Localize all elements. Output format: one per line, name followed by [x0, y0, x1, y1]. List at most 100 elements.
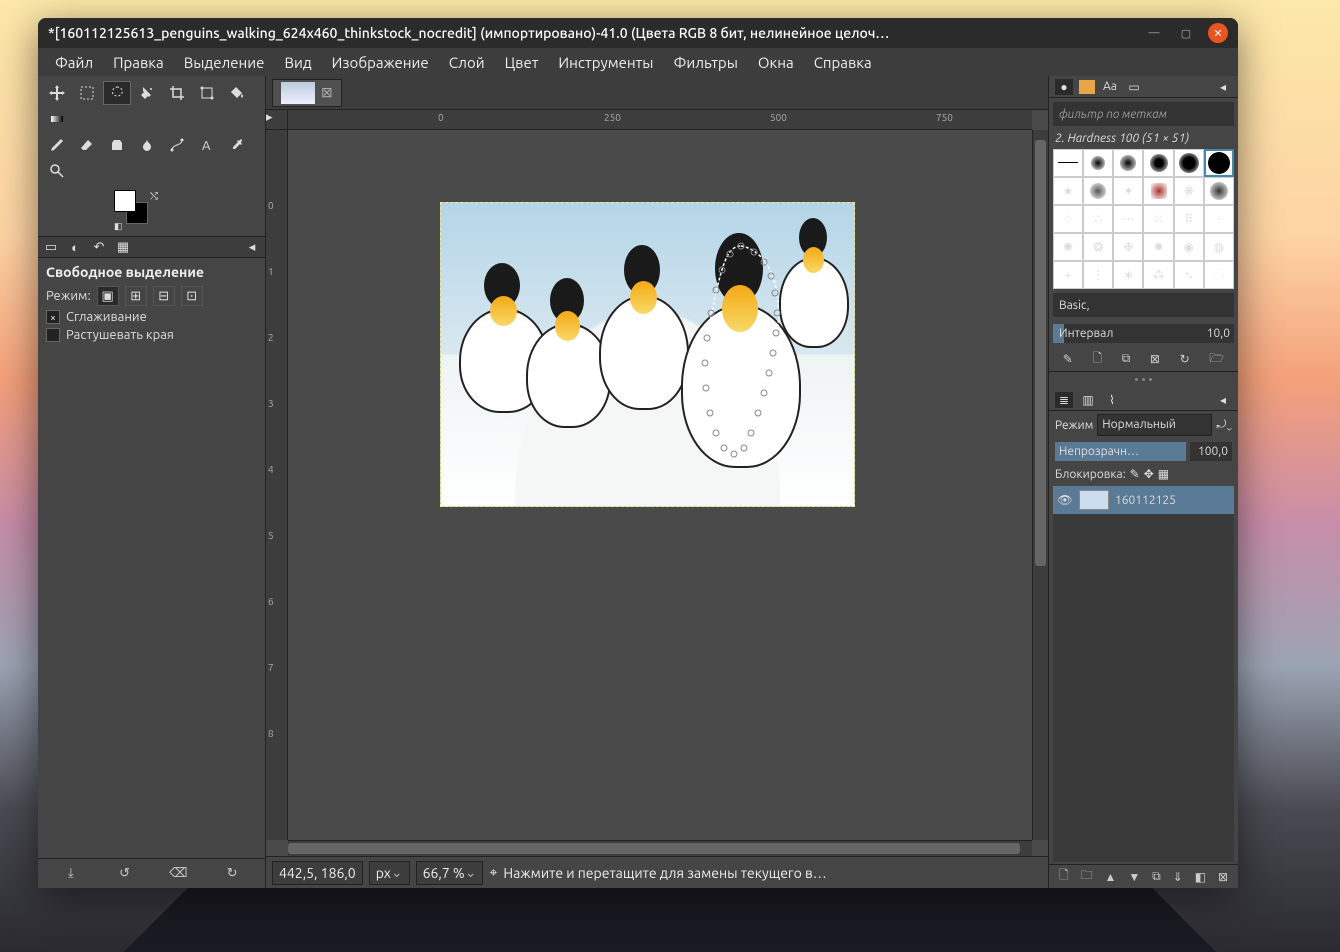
lock-alpha-icon[interactable]: ▦ [1158, 467, 1169, 481]
image-tab-close-icon[interactable]: ⊠ [321, 84, 333, 101]
brush-item[interactable]: ✦ [1113, 177, 1143, 205]
menu-windows[interactable]: Окна [749, 51, 803, 74]
menu-tools[interactable]: Инструменты [549, 51, 662, 74]
layer-mask-icon[interactable]: ◧ [1195, 870, 1206, 884]
brush-preset-dropdown[interactable]: Basic, [1053, 293, 1234, 317]
brush-item[interactable]: ◉ [1174, 233, 1204, 261]
brush-item[interactable]: ✹ [1143, 233, 1173, 261]
brush-item[interactable]: ◍ [1204, 233, 1234, 261]
path-tool[interactable] [163, 133, 191, 157]
smudge-tool[interactable] [133, 133, 161, 157]
brush-item[interactable]: ★ [1053, 177, 1083, 205]
status-units-dropdown[interactable]: px [369, 861, 410, 885]
image-tab[interactable]: ⊠ [272, 79, 342, 107]
brush-delete-icon[interactable]: ⊠ [1150, 352, 1160, 366]
brush-item[interactable] [1174, 149, 1204, 177]
brush-filter-input[interactable]: фильтр по меткам [1053, 102, 1234, 126]
move-tool[interactable] [43, 81, 71, 105]
brush-item[interactable]: ⠢ [1174, 261, 1204, 289]
brush-item[interactable] [1204, 177, 1234, 205]
brush-item[interactable] [1143, 149, 1173, 177]
layer-tab-menu-icon[interactable]: ◂ [1214, 392, 1232, 408]
delete-preset-icon[interactable]: ⌫ [168, 864, 188, 884]
swap-colors-icon[interactable]: ⤭ [150, 190, 158, 202]
text-tool[interactable]: A [193, 133, 221, 157]
menu-file[interactable]: Файл [46, 51, 102, 74]
status-zoom-dropdown[interactable]: 66,7 % [416, 861, 484, 885]
tab-undo-history[interactable]: ↶ [90, 239, 108, 255]
layer-mode-dropdown[interactable]: Нормальный [1097, 414, 1212, 436]
brush-item[interactable] [1053, 149, 1083, 177]
tab-brushes[interactable]: ● [1055, 79, 1073, 95]
ruler-corner[interactable]: ▸ [266, 110, 288, 130]
tab-history[interactable]: ▭ [1125, 79, 1143, 95]
clone-tool[interactable] [103, 133, 131, 157]
layer-visibility-icon[interactable]: 👁 [1057, 493, 1073, 507]
dock-separator[interactable]: • • • [1049, 372, 1238, 389]
reset-preset-icon[interactable]: ↻ [222, 864, 242, 884]
menu-layer[interactable]: Слой [440, 51, 494, 74]
layer-up-icon[interactable]: ▲ [1105, 870, 1117, 884]
fuzzy-select-tool[interactable] [133, 81, 161, 105]
brush-open-icon[interactable]: 🗁 [1209, 349, 1224, 370]
restore-preset-icon[interactable]: ↺ [115, 864, 135, 884]
layer-name[interactable]: 160112125 [1115, 494, 1230, 507]
minimize-button[interactable]: — [1144, 23, 1164, 43]
menu-image[interactable]: Изображение [323, 51, 438, 74]
layer-group-icon[interactable]: 🗀 [1081, 866, 1093, 887]
lock-position-icon[interactable]: ✥ [1144, 467, 1154, 481]
layer-duplicate-icon[interactable]: ⧉ [1152, 870, 1161, 884]
antialias-checkbox[interactable]: ×Сглаживание [46, 310, 257, 324]
tab-paths[interactable]: ⌇ [1103, 392, 1121, 408]
brush-item[interactable]: ⋯ [1113, 205, 1143, 233]
color-picker-tool[interactable] [223, 133, 251, 157]
color-swatches[interactable]: ⤭ ◧ [114, 190, 162, 230]
horizontal-ruler[interactable]: 0 250 500 750 [288, 110, 1032, 130]
menu-select[interactable]: Выделение [175, 51, 274, 74]
eraser-tool[interactable] [73, 133, 101, 157]
free-select-tool[interactable] [103, 81, 131, 105]
brush-edit-icon[interactable]: ✎ [1063, 352, 1073, 366]
lock-pixels-icon[interactable]: ✎ [1130, 467, 1140, 481]
horizontal-scrollbar[interactable] [288, 840, 1032, 856]
crop-tool[interactable] [163, 81, 191, 105]
brush-item[interactable]: ∴ [1083, 205, 1113, 233]
brush-item[interactable]: ⁘ [1053, 205, 1083, 233]
brush-item[interactable]: ⁙ [1143, 205, 1173, 233]
menu-filters[interactable]: Фильтры [664, 51, 746, 74]
rect-select-tool[interactable] [73, 81, 101, 105]
vertical-scrollbar[interactable] [1032, 130, 1048, 840]
menu-color[interactable]: Цвет [496, 51, 548, 74]
gradient-tool[interactable] [43, 107, 71, 131]
brush-new-icon[interactable]: 🗋 [1092, 349, 1102, 370]
layer-down-icon[interactable]: ▼ [1128, 870, 1140, 884]
tab-patterns[interactable] [1079, 80, 1095, 94]
mode-replace-icon[interactable]: ▣ [97, 286, 119, 306]
layer-merge-icon[interactable]: ⇓ [1173, 870, 1183, 884]
brush-interval-slider[interactable]: Интервал 10,0 [1053, 321, 1234, 345]
brush-item[interactable] [1143, 177, 1173, 205]
maximize-button[interactable]: ▢ [1176, 23, 1196, 43]
brush-item[interactable]: ✺ [1053, 233, 1083, 261]
save-preset-icon[interactable]: ⤓ [61, 864, 81, 884]
tab-layers[interactable]: ≣ [1055, 392, 1073, 408]
tab-device-status[interactable]: ◐ [66, 239, 84, 255]
brush-item[interactable]: ⁂ [1143, 261, 1173, 289]
layer-delete-icon[interactable]: ⊠ [1218, 870, 1228, 884]
tab-tool-options[interactable]: ▭ [42, 239, 60, 255]
layer-new-icon[interactable]: 🗋 [1059, 866, 1069, 887]
layer-opacity-slider[interactable]: Непрозрачн… 100,0 [1049, 439, 1238, 464]
brush-item[interactable]: ⠿ [1174, 205, 1204, 233]
brush-item[interactable]: ❉ [1113, 233, 1143, 261]
tab-fonts[interactable]: Aa [1101, 79, 1119, 95]
layer-item[interactable]: 👁 160112125 [1053, 486, 1234, 514]
feather-checkbox[interactable]: Растушевать края [46, 328, 257, 342]
tab-menu-icon[interactable]: ◂ [243, 239, 261, 255]
brush-item[interactable] [1083, 149, 1113, 177]
menu-help[interactable]: Справка [805, 51, 881, 74]
mode-subtract-icon[interactable]: ⊟ [153, 286, 175, 306]
brush-item-selected[interactable] [1204, 149, 1234, 177]
brush-item[interactable]: ⋮ [1083, 261, 1113, 289]
bucket-fill-tool[interactable] [223, 81, 251, 105]
tab-channels[interactable]: ▥ [1079, 392, 1097, 408]
